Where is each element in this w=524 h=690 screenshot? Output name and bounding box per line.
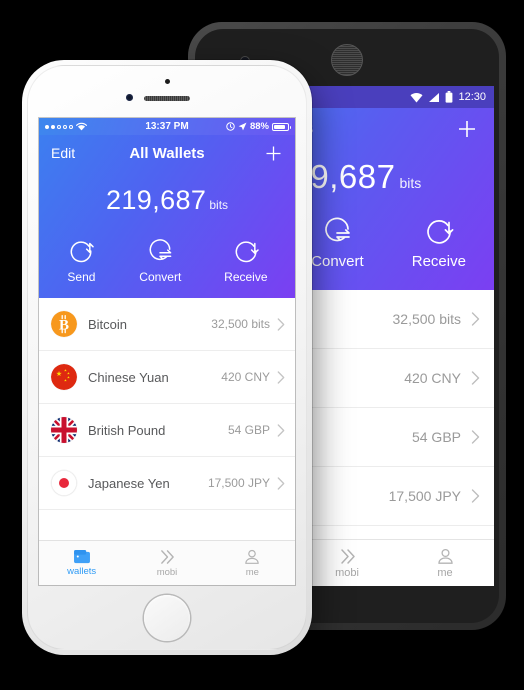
flag-china-icon: ★ ★ ★ ★ ★ bbox=[51, 364, 77, 390]
receive-label: Receive bbox=[224, 270, 268, 284]
send-label: Send bbox=[67, 270, 96, 284]
android-receive-button[interactable]: Receive bbox=[412, 214, 466, 270]
android-convert-label: Convert bbox=[311, 253, 364, 270]
android-convert-button[interactable]: Convert bbox=[311, 214, 364, 270]
android-receive-label: Receive bbox=[411, 253, 466, 270]
convert-label: Convert bbox=[139, 270, 182, 284]
android-clock: 12:30 bbox=[458, 91, 486, 103]
action-buttons: Send Convert Receive bbox=[39, 222, 295, 298]
page-title: All Wallets bbox=[129, 144, 205, 162]
person-icon bbox=[243, 549, 261, 565]
android-wallet-amount: 420 CNY bbox=[404, 370, 461, 386]
ios-navbar: Edit All Wallets bbox=[39, 135, 295, 171]
chevron-right-icon bbox=[471, 489, 480, 503]
receive-circle-arrow-down-icon bbox=[422, 214, 456, 248]
flag-japan-icon bbox=[51, 470, 77, 496]
total-balance: 219,687 bits bbox=[39, 171, 295, 222]
battery-icon bbox=[445, 91, 453, 103]
android-wallet-amount: 54 GBP bbox=[411, 429, 461, 445]
tab-label: mobi bbox=[156, 566, 178, 578]
send-button[interactable]: Send bbox=[66, 236, 96, 284]
chevron-right-icon bbox=[471, 430, 480, 444]
wallet-name: Chinese Yuan bbox=[88, 369, 169, 385]
list-item[interactable]: Japanese Yen 17,500 JPY bbox=[39, 457, 295, 510]
chevron-right-icon bbox=[277, 423, 285, 437]
wallet-name: Japanese Yen bbox=[88, 475, 170, 491]
earpiece-speaker-icon bbox=[331, 44, 363, 76]
home-button[interactable] bbox=[144, 595, 190, 641]
wallet-icon bbox=[73, 549, 91, 564]
receive-circle-arrow-down-icon bbox=[231, 236, 261, 266]
android-add-wallet-button[interactable] bbox=[456, 118, 478, 140]
android-wallet-amount: 17,500 JPY bbox=[388, 488, 461, 504]
bitcoin-icon: B bbox=[51, 311, 77, 337]
svg-text:★: ★ bbox=[56, 370, 62, 378]
svg-text:B: B bbox=[59, 318, 69, 334]
location-arrow-icon bbox=[238, 122, 247, 131]
wifi-icon bbox=[410, 92, 423, 103]
ios-status-bar: 13:37 PM 88% bbox=[39, 118, 295, 135]
wallet-name: British Pound bbox=[88, 422, 166, 438]
list-item[interactable]: ★ ★ ★ ★ ★ Chinese Yuan 420 CNY bbox=[39, 351, 295, 404]
promo-composition: 12:30 All Wallets 219,687bits bbox=[0, 0, 524, 690]
chevron-right-icon bbox=[277, 317, 285, 331]
iphone-screen: 13:37 PM 88% Edit All Wallets 219,687 bi… bbox=[39, 118, 295, 585]
flag-uk-icon bbox=[51, 417, 77, 443]
wallet-name: Bitcoin bbox=[88, 316, 128, 332]
signal-icon bbox=[428, 92, 440, 103]
wallet-amount: 420 CNY bbox=[221, 370, 270, 384]
list-item[interactable]: B Bitcoin 32,500 bits bbox=[39, 298, 295, 351]
tab-label: wallets bbox=[67, 566, 97, 577]
chevrons-right-icon bbox=[338, 548, 357, 565]
convert-circle-arrows-icon bbox=[320, 214, 354, 248]
android-tab-mobi[interactable]: mobi bbox=[298, 540, 396, 586]
android-tab-label: mobi bbox=[335, 566, 359, 579]
earpiece-speaker-icon bbox=[144, 96, 190, 101]
proximity-sensor-icon bbox=[165, 79, 170, 84]
iphone-device: 13:37 PM 88% Edit All Wallets 219,687 bi… bbox=[22, 60, 312, 655]
android-balance-unit: bits bbox=[399, 175, 422, 191]
person-icon bbox=[436, 548, 455, 565]
ios-header: Edit All Wallets 219,687 bits Send Conve… bbox=[39, 135, 295, 298]
tab-mobi[interactable]: mobi bbox=[124, 541, 209, 585]
chevron-right-icon bbox=[471, 371, 480, 385]
alarm-icon bbox=[226, 122, 235, 131]
add-wallet-button[interactable] bbox=[264, 144, 283, 163]
wallet-list: B Bitcoin 32,500 bits ★ ★ ★ ★ ★ Chinese … bbox=[39, 298, 295, 510]
battery-percent-label: 88% bbox=[249, 121, 269, 132]
receive-button[interactable]: Receive bbox=[224, 236, 268, 284]
balance-amount: 219,687 bbox=[105, 185, 207, 215]
chevron-right-icon bbox=[471, 312, 480, 326]
send-circle-arrow-up-icon bbox=[66, 236, 96, 266]
android-wallet-amount: 32,500 bits bbox=[392, 311, 462, 327]
chevron-right-icon bbox=[277, 370, 285, 384]
chevrons-right-icon bbox=[158, 549, 176, 565]
tab-me[interactable]: me bbox=[210, 541, 295, 585]
convert-button[interactable]: Convert bbox=[139, 236, 181, 284]
convert-circle-arrows-icon bbox=[145, 236, 175, 266]
balance-unit: bits bbox=[209, 198, 229, 212]
front-camera-icon bbox=[126, 94, 133, 101]
ios-tab-bar: wallets mobi me bbox=[39, 540, 295, 585]
chevron-right-icon bbox=[277, 476, 285, 490]
battery-icon bbox=[272, 122, 291, 131]
tab-wallets[interactable]: wallets bbox=[39, 541, 124, 585]
wallet-amount: 32,500 bits bbox=[211, 317, 270, 331]
android-tab-label: me bbox=[437, 566, 453, 579]
tab-label: me bbox=[245, 566, 259, 578]
ios-status-right: 88% bbox=[226, 121, 291, 132]
android-tab-me[interactable]: me bbox=[396, 540, 494, 586]
wallet-amount: 17,500 JPY bbox=[207, 476, 270, 490]
list-item[interactable]: British Pound 54 GBP bbox=[39, 404, 295, 457]
wallet-amount: 54 GBP bbox=[227, 423, 270, 437]
